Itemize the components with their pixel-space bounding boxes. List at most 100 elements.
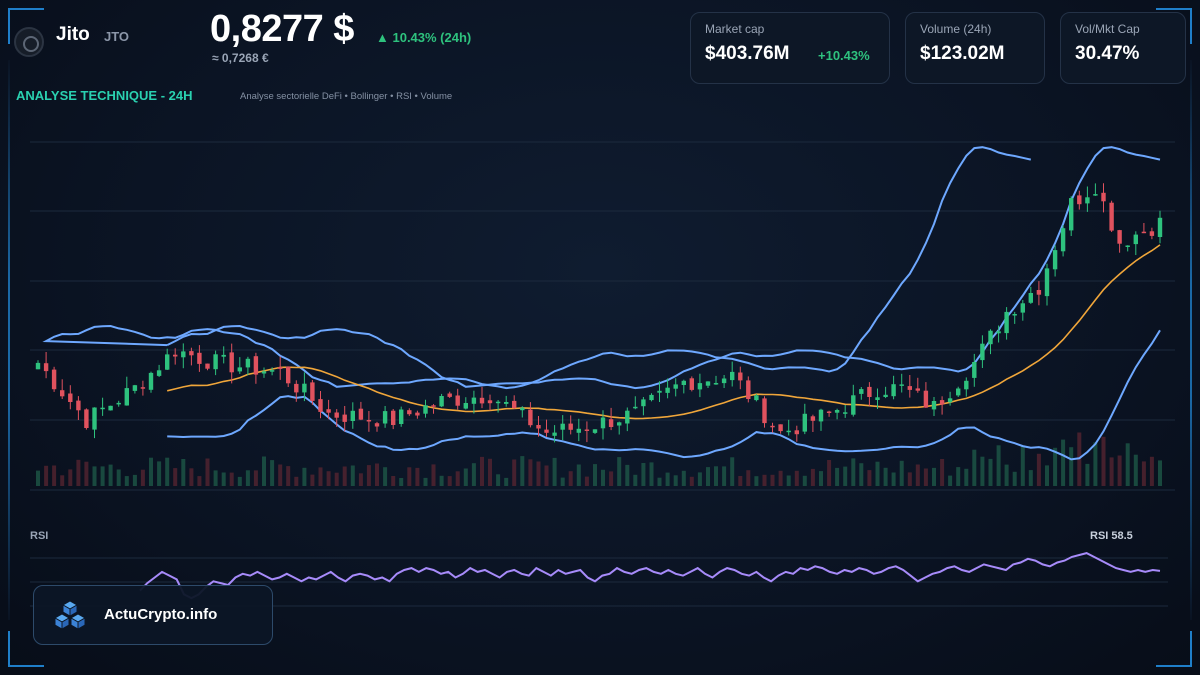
volume-bar [407, 467, 412, 486]
volume-bar [883, 467, 888, 486]
candle-body [923, 390, 929, 408]
candle-body [544, 429, 549, 433]
volume-bar [722, 466, 727, 486]
candle-body [528, 409, 533, 426]
rsi-line [139, 552, 1161, 600]
candle-body [100, 407, 105, 410]
volume-bar [617, 457, 622, 486]
candle-body [689, 378, 694, 390]
volume-bar [358, 473, 363, 486]
candle-body [1125, 245, 1130, 247]
candle-body [1004, 311, 1009, 334]
candle-body [1028, 293, 1033, 303]
volume-bar [633, 474, 638, 486]
candle-body [205, 363, 210, 369]
volume-bar [383, 467, 388, 486]
volume-bar [738, 476, 743, 486]
candle-body [641, 399, 646, 407]
volume-bar [92, 466, 97, 486]
volume-bar [891, 472, 896, 486]
volume-bar [851, 458, 856, 486]
candle-body [463, 403, 468, 409]
volume-bar [100, 466, 105, 486]
coin-ticker: JTO [104, 29, 130, 44]
candle-body [1109, 202, 1114, 231]
volume-bar [544, 465, 549, 486]
moving-average-line [167, 244, 1161, 420]
candle-body [60, 390, 65, 397]
candle-body [907, 386, 912, 390]
candle-body [140, 387, 146, 389]
stat-value: $403.76M [705, 43, 790, 64]
volume-bar [802, 475, 807, 486]
volume-bar [108, 464, 113, 486]
volume-bar [36, 470, 40, 486]
volume-bar [76, 459, 81, 486]
brand-badge[interactable]: ActuCrypto.info [33, 585, 273, 645]
candle-body [1141, 231, 1147, 234]
candle-body [399, 409, 404, 424]
volume-bar [286, 466, 291, 486]
rsi-value: RSI 58.5 [1090, 530, 1133, 542]
volume-bar [899, 460, 904, 486]
volume-bar [859, 463, 864, 486]
volume-bar [1133, 454, 1138, 486]
candle-body [1044, 268, 1050, 297]
volume-bar [1036, 453, 1041, 486]
candle-body [964, 380, 969, 390]
volume-bar [447, 476, 452, 486]
section-title: ANALYSE TECHNIQUE - 24H [16, 88, 193, 103]
candle-body [560, 423, 565, 430]
candle-body [439, 396, 444, 407]
volume-bar [819, 471, 823, 486]
candle-body [415, 412, 420, 416]
candle-body [1012, 314, 1017, 316]
volume-bar [1149, 456, 1154, 486]
candle-body [794, 430, 799, 435]
stat-value: $123.02M [920, 43, 1005, 64]
volume-bar [326, 471, 331, 486]
volume-bar [1085, 463, 1090, 486]
volume-bar [1061, 439, 1066, 486]
candle-body [76, 400, 81, 411]
stat-delta: +10.43% [818, 48, 870, 63]
stat-label: Market cap [705, 22, 765, 36]
volume-bar [1125, 443, 1130, 486]
coin-name: Jito [56, 24, 90, 45]
volume-bar [1045, 465, 1049, 486]
volume-bar [609, 471, 614, 486]
volume-bar [786, 475, 791, 486]
volume-bar [932, 467, 936, 486]
volume-bar [189, 468, 194, 486]
volume-bar [140, 469, 145, 486]
volume-bar [649, 462, 654, 486]
volume-bar [940, 459, 945, 486]
volume-bar [907, 472, 912, 486]
rsi-label: RSI [30, 530, 49, 542]
candle-body [1036, 290, 1042, 295]
candle-body [213, 354, 218, 370]
candle-body [875, 397, 880, 400]
volume-bar [132, 474, 137, 486]
candle-body [600, 417, 606, 429]
candle-body [915, 388, 920, 391]
volume-bar [1093, 442, 1098, 486]
candle-body [867, 386, 872, 397]
candle-body [1101, 192, 1106, 202]
candle-body [802, 413, 807, 432]
price-change-24h: ▲ 10.43% (24h) [376, 30, 472, 45]
volume-bar [391, 476, 396, 486]
current-price: 0,8277 $ [210, 8, 354, 50]
section-subtitle: Analyse sectorielle DeFi • Bollinger • R… [240, 91, 453, 102]
candle-body [374, 423, 380, 427]
candle-body [649, 394, 654, 401]
volume-bar [399, 478, 404, 486]
candle-body [713, 383, 719, 385]
volume-bar [980, 456, 985, 486]
candle-body [51, 369, 57, 390]
volume-bar [245, 470, 250, 486]
volume-bar [278, 464, 283, 486]
volume-bar [956, 467, 961, 486]
volume-bar [552, 457, 557, 486]
volume-bar [116, 469, 121, 486]
